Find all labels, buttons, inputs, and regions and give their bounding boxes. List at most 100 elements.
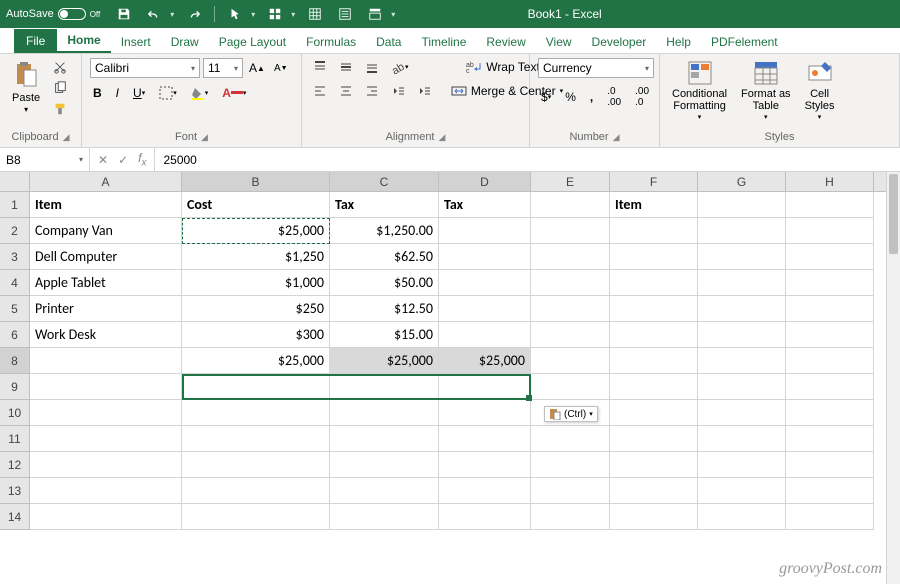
cell-B8[interactable]: $25,000	[182, 348, 330, 374]
col-header[interactable]: A	[30, 172, 182, 191]
cell-G4[interactable]	[698, 270, 786, 296]
cell-A1[interactable]: Item	[30, 192, 182, 218]
cell-H9[interactable]	[786, 374, 874, 400]
cell-F9[interactable]	[610, 374, 698, 400]
cell-G6[interactable]	[698, 322, 786, 348]
cell-H4[interactable]	[786, 270, 874, 296]
cell-B13[interactable]	[182, 478, 330, 504]
col-header[interactable]: H	[786, 172, 874, 191]
row-header[interactable]: 2	[0, 218, 30, 244]
tab-file[interactable]: File	[14, 29, 57, 53]
cell-C5[interactable]: $12.50	[330, 296, 439, 322]
col-header[interactable]: B	[182, 172, 330, 191]
cell-E6[interactable]	[531, 322, 610, 348]
cell-C2[interactable]: $1,250.00	[330, 218, 439, 244]
tab-view[interactable]: View	[536, 31, 582, 53]
cell-E8[interactable]	[531, 348, 610, 374]
cell-G2[interactable]	[698, 218, 786, 244]
cell-D8[interactable]: $25,000	[439, 348, 531, 374]
worksheet-grid[interactable]: A B C D E F G H 1ItemCostTaxTaxItem2Comp…	[0, 172, 900, 584]
cell-E13[interactable]	[531, 478, 610, 504]
col-header[interactable]: D	[439, 172, 531, 191]
fill-color-button[interactable]: ▾	[188, 84, 212, 102]
cell-C3[interactable]: $62.50	[330, 244, 439, 270]
tab-home[interactable]: Home	[57, 29, 110, 53]
cell-D9[interactable]	[439, 374, 531, 400]
tab-insert[interactable]: Insert	[111, 31, 161, 53]
cell-H14[interactable]	[786, 504, 874, 530]
cell-E2[interactable]	[531, 218, 610, 244]
borders-button[interactable]: ▾	[156, 84, 180, 102]
cell-A14[interactable]	[30, 504, 182, 530]
cell-D10[interactable]	[439, 400, 531, 426]
cut-button[interactable]	[50, 58, 70, 76]
cell-G14[interactable]	[698, 504, 786, 530]
cell-G12[interactable]	[698, 452, 786, 478]
align-left-button[interactable]	[310, 82, 330, 100]
cell-H6[interactable]	[786, 322, 874, 348]
font-size-combo[interactable]: 11▾	[203, 58, 243, 78]
qat-more-icon[interactable]	[365, 5, 385, 23]
row-header[interactable]: 8	[0, 348, 30, 374]
align-right-button[interactable]	[362, 82, 382, 100]
cell-E5[interactable]	[531, 296, 610, 322]
cell-H10[interactable]	[786, 400, 874, 426]
tab-draw[interactable]: Draw	[161, 31, 209, 53]
autosave-toggle[interactable]: AutoSave Off	[6, 8, 100, 20]
increase-decimal-button[interactable]: .0.00	[604, 84, 624, 110]
cell-G10[interactable]	[698, 400, 786, 426]
cell-H1[interactable]	[786, 192, 874, 218]
cell-D11[interactable]	[439, 426, 531, 452]
cell-D2[interactable]	[439, 218, 531, 244]
cell-F8[interactable]	[610, 348, 698, 374]
font-name-combo[interactable]: Calibri▾	[90, 58, 200, 78]
tab-formulas[interactable]: Formulas	[296, 31, 366, 53]
qat-form-icon[interactable]	[335, 5, 355, 23]
number-format-combo[interactable]: Currency▾	[538, 58, 654, 78]
copy-button[interactable]	[50, 79, 70, 97]
format-painter-button[interactable]	[50, 100, 70, 118]
cell-G3[interactable]	[698, 244, 786, 270]
accounting-format-button[interactable]: $▾	[538, 88, 554, 106]
cell-C14[interactable]	[330, 504, 439, 530]
redo-button[interactable]	[184, 5, 204, 23]
dialog-launcher-icon[interactable]: ◢	[439, 132, 446, 143]
cell-D13[interactable]	[439, 478, 531, 504]
cell-A11[interactable]	[30, 426, 182, 452]
orientation-button[interactable]: ab▾	[388, 58, 412, 76]
row-header[interactable]: 3	[0, 244, 30, 270]
percent-format-button[interactable]: %	[562, 88, 579, 106]
cell-D4[interactable]	[439, 270, 531, 296]
cell-F10[interactable]	[610, 400, 698, 426]
undo-dropdown[interactable]: ▾	[170, 10, 174, 19]
cell-G11[interactable]	[698, 426, 786, 452]
cell-G9[interactable]	[698, 374, 786, 400]
undo-button[interactable]	[144, 5, 164, 23]
cell-D3[interactable]	[439, 244, 531, 270]
cell-C13[interactable]	[330, 478, 439, 504]
cell-B6[interactable]: $300	[182, 322, 330, 348]
row-header[interactable]: 1	[0, 192, 30, 218]
cell-G1[interactable]	[698, 192, 786, 218]
row-header[interactable]: 4	[0, 270, 30, 296]
cell-A4[interactable]: Apple Tablet	[30, 270, 182, 296]
cell-F11[interactable]	[610, 426, 698, 452]
cell-C8[interactable]: $25,000	[330, 348, 439, 374]
cell-A10[interactable]	[30, 400, 182, 426]
cell-C10[interactable]	[330, 400, 439, 426]
align-center-button[interactable]	[336, 82, 356, 100]
cancel-icon[interactable]: ✕	[98, 153, 108, 167]
cell-A6[interactable]: Work Desk	[30, 322, 182, 348]
cell-B10[interactable]	[182, 400, 330, 426]
cell-C9[interactable]	[330, 374, 439, 400]
conditional-formatting-button[interactable]: Conditional Formatting▾	[668, 58, 731, 124]
cell-H2[interactable]	[786, 218, 874, 244]
font-color-button[interactable]: A▾	[219, 84, 249, 102]
cell-E9[interactable]	[531, 374, 610, 400]
cell-D12[interactable]	[439, 452, 531, 478]
cell-styles-button[interactable]: Cell Styles▾	[801, 58, 839, 124]
qat-table-icon[interactable]	[305, 5, 325, 23]
cell-A8[interactable]	[30, 348, 182, 374]
cell-G13[interactable]	[698, 478, 786, 504]
cell-E14[interactable]	[531, 504, 610, 530]
